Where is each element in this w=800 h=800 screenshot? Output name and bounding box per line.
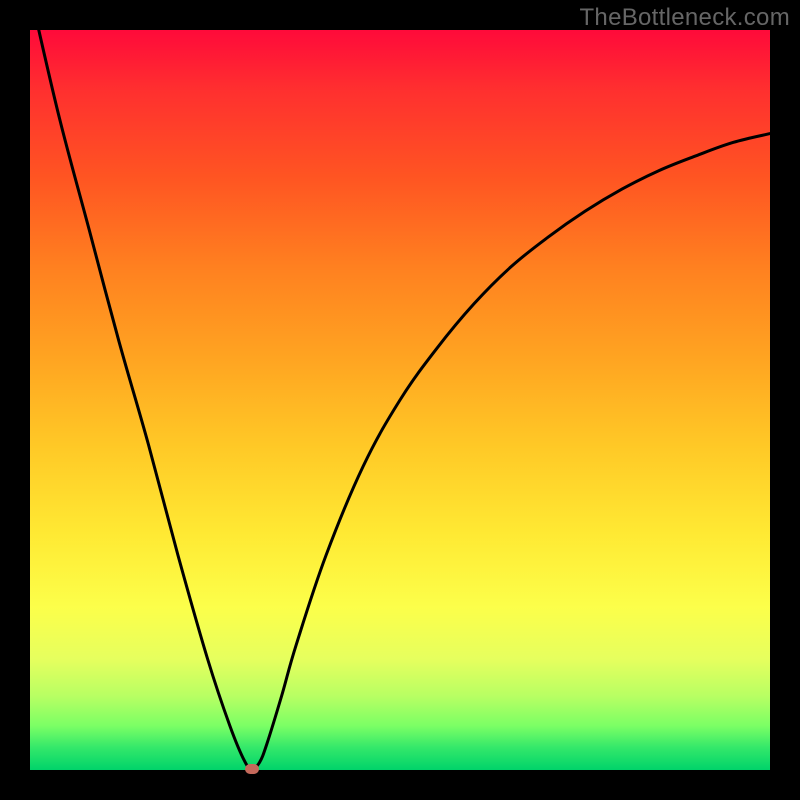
- optimum-marker: [245, 764, 259, 774]
- plot-area: [30, 30, 770, 770]
- curve-svg: [30, 30, 770, 770]
- chart-frame: TheBottleneck.com: [0, 0, 800, 800]
- bottleneck-curve: [34, 8, 770, 769]
- watermark-label: TheBottleneck.com: [579, 4, 790, 32]
